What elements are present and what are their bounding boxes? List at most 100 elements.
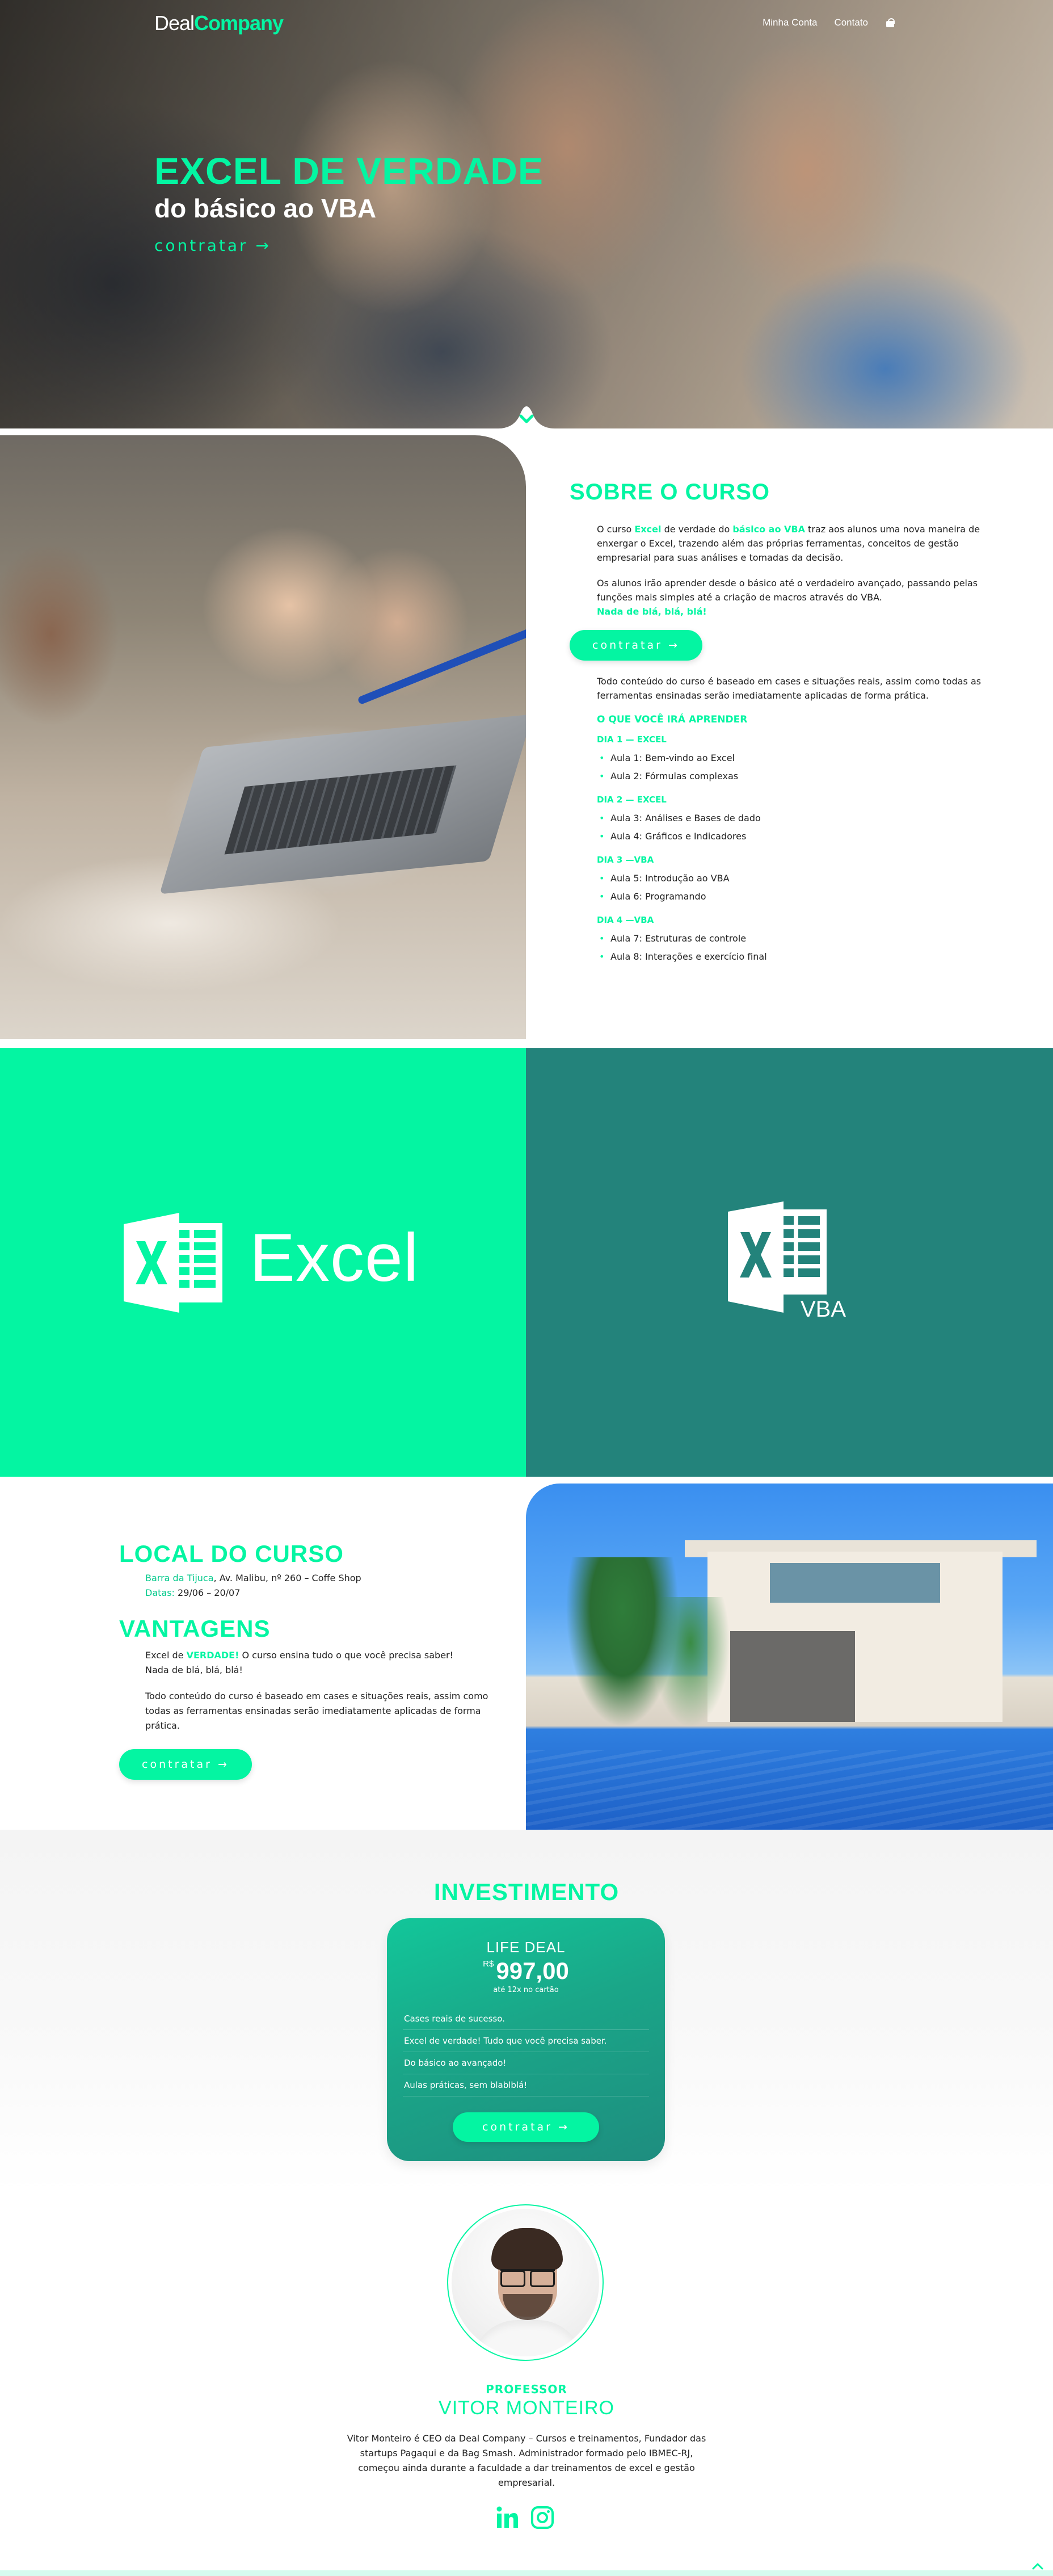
social-links <box>495 2505 555 2530</box>
nav-minha-conta[interactable]: Minha Conta <box>763 17 817 28</box>
hero-title: EXCEL DE VERDADE <box>154 150 544 192</box>
day-label: DIA 4 —VBA <box>597 915 654 925</box>
about-paragraph-1: O curso Excel de verdade do básico ao VB… <box>597 522 1012 565</box>
palm-tree-shape <box>651 1597 730 1728</box>
lesson-item: Aula 8: Interações e exercício final <box>597 948 1012 966</box>
highlight-excel: Excel <box>634 524 662 535</box>
highlight-bairro: Barra da Tijuca <box>145 1573 214 1583</box>
lesson-item: Aula 1: Bem-vindo ao Excel <box>597 749 1012 767</box>
price-value: 997,00 <box>496 1957 569 1984</box>
linkedin-icon[interactable] <box>495 2505 520 2530</box>
highlight-basico-vba: básico ao VBA <box>732 524 805 535</box>
pen-shape <box>357 627 526 705</box>
local-section: LOCAL DO CURSO Barra da Tijuca, Av. Mali… <box>0 1484 1053 1830</box>
plan-name: LIFE DEAL <box>486 1939 566 1956</box>
feature-item: Excel de verdade! Tudo que você precisa … <box>403 2030 649 2052</box>
highlight-verdade: VERDADE! <box>186 1650 239 1661</box>
vantagens-paragraph-2: Todo conteúdo do curso é baseado em case… <box>145 1691 488 1731</box>
vantagens-paragraph-1: Excel de VERDADE! O curso ensina tudo o … <box>145 1648 494 1678</box>
local-info: Barra da Tijuca, Av. Malibu, nº 260 – Co… <box>145 1571 494 1600</box>
hero-section: DealCompany Minha Conta Contato EXCEL DE… <box>0 0 1053 428</box>
shopping-bag-icon[interactable] <box>885 18 895 27</box>
local-content: LOCAL DO CURSO Barra da Tijuca, Av. Mali… <box>119 1540 494 1780</box>
day-1: DIA 1 — EXCEL Aula 1: Bem-vindo ao Excel… <box>570 734 1012 785</box>
about-body-2: Todo conteúdo do curso é baseado em case… <box>597 674 1012 703</box>
about-paragraph-2: Os alunos irão aprender desde o básico a… <box>597 576 1012 619</box>
excel-wordmark: Excel <box>250 1220 419 1296</box>
about-paragraph-3: Todo conteúdo do curso é baseado em case… <box>597 676 982 701</box>
instagram-icon[interactable] <box>530 2505 555 2530</box>
day-3: DIA 3 —VBA Aula 5: Introdução ao VBA Aul… <box>570 855 1012 906</box>
house-door-shape <box>730 1631 855 1722</box>
highlight-datas: Datas: <box>145 1587 175 1598</box>
logo-text-company: Company <box>194 11 284 35</box>
lesson-item: Aula 5: Introdução ao VBA <box>597 869 1012 888</box>
pool-shape <box>526 1750 1053 1830</box>
avatar-beard-shape <box>503 2294 553 2320</box>
lesson-item: Aula 7: Estruturas de controle <box>597 930 1012 948</box>
footer-bar <box>0 2570 1053 2576</box>
pricing-card: LIFE DEAL R$997,00 até 12x no cartão Cas… <box>387 1918 665 2161</box>
vantagens-body: Excel de VERDADE! O curso ensina tudo o … <box>145 1648 494 1733</box>
local-contratar-button[interactable]: contratar → <box>119 1749 252 1780</box>
local-address: Barra da Tijuca, Av. Malibu, nº 260 – Co… <box>145 1571 494 1586</box>
about-content: SOBRE O CURSO O curso Excel de verdade d… <box>570 480 1012 966</box>
excel-panel: Excel <box>0 1048 526 1477</box>
hero-subtitle: do básico ao VBA <box>154 194 377 223</box>
text: 29/06 – 20/07 <box>174 1587 241 1598</box>
text: , Av. Malibu, nº 260 – Coffe Shop <box>213 1573 361 1583</box>
main-nav: Minha Conta Contato <box>763 17 895 28</box>
lesson-item: Aula 6: Programando <box>597 888 1012 906</box>
day-label: DIA 1 — EXCEL <box>597 734 667 745</box>
text: Nada de blá, blá, blá! <box>145 1665 243 1675</box>
chevron-down-icon <box>498 406 555 428</box>
lesson-item: Aula 2: Fórmulas complexas <box>597 767 1012 785</box>
avatar-shirt-shape <box>472 2320 583 2356</box>
text: O curso ensina tudo o que você precisa s… <box>239 1650 454 1661</box>
professor-bio: Vitor Monteiro é CEO da Deal Company – C… <box>347 2433 706 2488</box>
avatar-hair-shape <box>491 2228 563 2270</box>
about-section: SOBRE O CURSO O curso Excel de verdade d… <box>0 428 1053 1040</box>
lesson-item: Aula 3: Análises e Bases de dado <box>597 809 1012 827</box>
vantagens-title: VANTAGENS <box>119 1615 271 1642</box>
logo-text-deal: Deal <box>154 11 195 35</box>
pricing-contratar-button[interactable]: contratar → <box>453 2112 599 2142</box>
local-dates: Datas: 29/06 – 20/07 <box>145 1586 494 1600</box>
text: Excel de <box>145 1650 187 1661</box>
investment-section: INVESTIMENTO LIFE DEAL R$997,00 até 12x … <box>0 1830 1053 2193</box>
back-to-top-icon[interactable] <box>1030 2561 1045 2571</box>
text: Os alunos irão aprender desde o básico a… <box>597 578 978 603</box>
scroll-down-button[interactable] <box>498 400 555 428</box>
price-currency: R$ <box>483 1959 494 1969</box>
about-body: O curso Excel de verdade do básico ao VB… <box>597 522 1012 619</box>
learn-title: O QUE VOCÊ IRÁ APRENDER <box>597 714 748 725</box>
price-row: R$997,00 <box>387 1957 665 1985</box>
linkedin-icon-svg <box>496 2506 518 2528</box>
vba-wordmark: VBA <box>801 1297 846 1322</box>
day-4: DIA 4 —VBA Aula 7: Estruturas de control… <box>570 915 1012 966</box>
vba-panel: VBA <box>526 1048 1053 1477</box>
text: O curso <box>597 524 635 535</box>
nav-contato[interactable]: Contato <box>834 17 868 28</box>
about-photo <box>0 435 526 1039</box>
venue-photo <box>526 1484 1053 1830</box>
logo[interactable]: DealCompany <box>154 11 284 35</box>
avatar <box>447 2204 604 2361</box>
professor-section: PROFESSOR VITOR MONTEIRO Vitor Monteiro … <box>0 2193 1053 2576</box>
hero-contratar-link[interactable]: contratar → <box>154 236 271 255</box>
day-2: DIA 2 — EXCEL Aula 3: Análises e Bases d… <box>570 795 1012 846</box>
feature-list: Cases reais de sucesso. Excel de verdade… <box>403 2008 649 2096</box>
logos-section: Excel VBA <box>0 1048 1053 1477</box>
about-title: SOBRE O CURSO <box>570 480 770 505</box>
local-title: LOCAL DO CURSO <box>119 1540 344 1567</box>
excel-logo-icon <box>124 1213 222 1313</box>
instagram-icon-svg <box>531 2506 554 2529</box>
feature-item: Aulas práticas, sem blablblá! <box>403 2074 649 2096</box>
installments-note: até 12x no cartão <box>493 1986 559 1994</box>
lesson-item: Aula 4: Gráficos e Indicadores <box>597 827 1012 846</box>
professor-label: PROFESSOR <box>486 2382 567 2396</box>
day-label: DIA 3 —VBA <box>597 855 654 865</box>
hero-text: EXCEL DE VERDADE do básico ao VBA contra… <box>154 152 544 255</box>
about-contratar-button[interactable]: contratar → <box>570 630 702 661</box>
avatar-glasses-shape <box>500 2269 555 2287</box>
